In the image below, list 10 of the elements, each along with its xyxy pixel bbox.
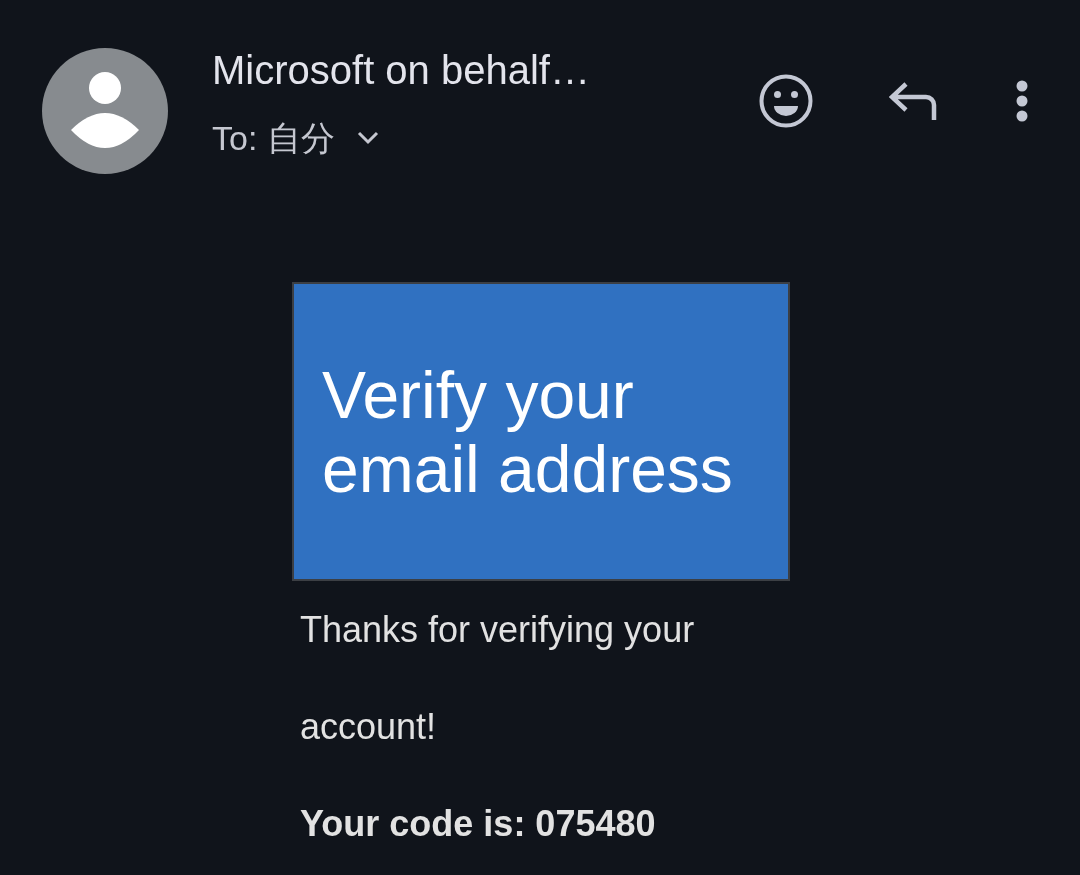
- recipient-label: To: 自分: [212, 118, 335, 159]
- message-text: Thanks for verifying your account!: [300, 608, 696, 749]
- more-icon[interactable]: [1015, 80, 1029, 122]
- smiley-icon[interactable]: [759, 74, 813, 128]
- banner-title: Verify your email address: [322, 357, 734, 506]
- reply-icon[interactable]: [889, 82, 937, 120]
- chevron-down-icon[interactable]: [356, 131, 379, 145]
- verification-code-text: Your code is: 075480: [300, 802, 656, 846]
- avatar-icon: [42, 48, 168, 174]
- sender-name: Microsoft on behalf…: [212, 47, 590, 94]
